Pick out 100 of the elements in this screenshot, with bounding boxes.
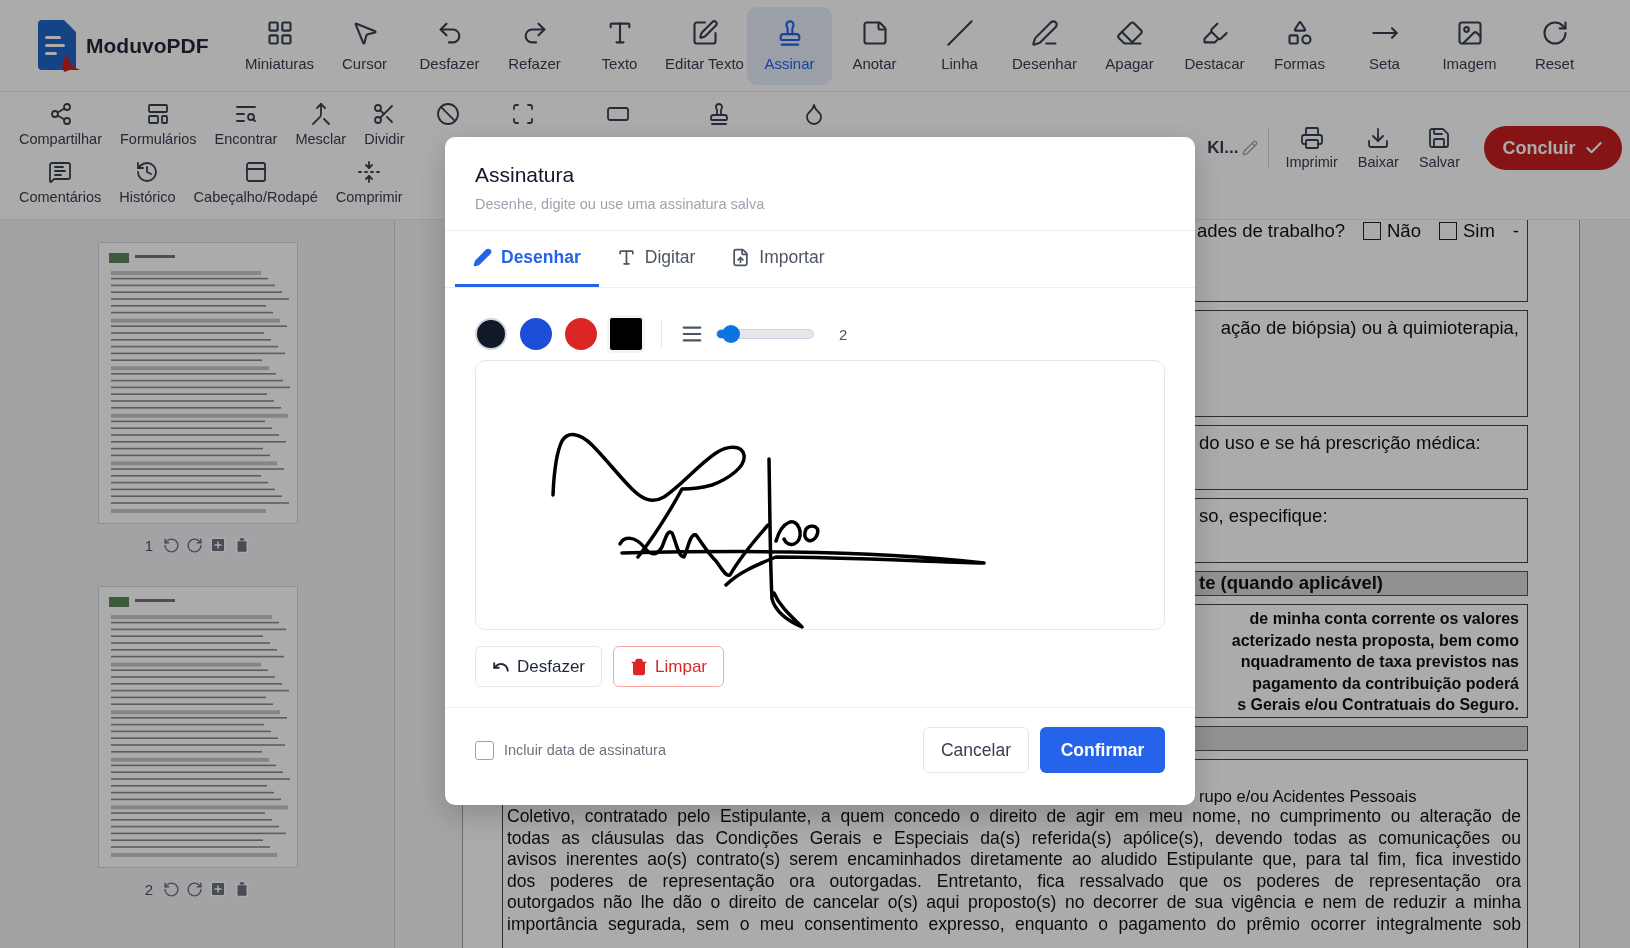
trash-icon[interactable]: [233, 536, 252, 554]
page-number: 1: [144, 536, 154, 554]
rotate-right-icon[interactable]: [186, 880, 204, 898]
tool-button[interactable]: Formulários: [111, 100, 206, 154]
document-text: s Gerais e/ou Contratuais do Seguro.: [1237, 695, 1519, 715]
toolbar-button[interactable]: Texto: [577, 6, 662, 85]
cancel-button[interactable]: Cancelar: [923, 727, 1029, 773]
rotate-left-icon[interactable]: [163, 536, 181, 554]
color-picker[interactable]: [610, 318, 642, 350]
download-icon: [1366, 126, 1391, 150]
checkbox-label[interactable]: Incluir data de assinatura: [504, 742, 666, 758]
slider-thumb[interactable]: [722, 325, 741, 343]
color-swatch[interactable]: [475, 318, 507, 350]
toolbar-button[interactable]: Imagem: [1427, 6, 1512, 85]
tool-button[interactable]: Cabeçalho/Rodapé: [184, 158, 327, 212]
tool-button[interactable]: Encontrar: [205, 100, 287, 154]
line-width-icon: [681, 323, 703, 345]
toolbar-button[interactable]: Refazer: [492, 6, 577, 85]
toolbar-button[interactable]: Assinar: [747, 6, 832, 85]
pencil-icon: [473, 248, 492, 267]
tool-button[interactable]: Comentários: [10, 158, 111, 212]
checkbox[interactable]: [475, 740, 494, 760]
confirm-button[interactable]: Confirmar: [1040, 727, 1165, 773]
save-icon: [1427, 126, 1452, 150]
rotate-right-icon[interactable]: [186, 536, 204, 554]
line-icon: [945, 19, 974, 47]
finish-button[interactable]: Concluir: [1484, 126, 1622, 170]
signature-canvas[interactable]: [475, 360, 1165, 630]
toolbar-button[interactable]: Formas: [1257, 6, 1342, 85]
document-text: avisos inerentes ao(s) contrato(s) serem encaminhados diretamente ao aludido Estipulante que, para tal fim, fica investido: [507, 849, 1521, 871]
tab[interactable]: Digitar: [598, 231, 714, 287]
toolbar-button[interactable]: Reset: [1512, 6, 1597, 85]
note-icon: [860, 19, 889, 47]
text-icon: [616, 248, 636, 267]
document-text: Sim: [1462, 220, 1495, 242]
tool-button[interactable]: Mesclar: [286, 100, 356, 154]
toolbar-button[interactable]: Miniaturas: [237, 6, 322, 85]
color-swatch[interactable]: [565, 318, 597, 350]
color-swatch[interactable]: [520, 318, 552, 350]
dialog-subtitle: Desenhe, digite ou use uma assinatura salva: [475, 196, 766, 212]
app-name: ModuvoPDF: [86, 33, 209, 58]
compress-icon: [357, 160, 382, 184]
document-text: Não: [1387, 220, 1421, 242]
panel-icon: [243, 160, 268, 184]
image-icon: [1455, 19, 1484, 47]
document-text: so, especifique:: [1199, 505, 1328, 527]
form-icon: [146, 102, 171, 126]
tool-button[interactable]: Histórico: [110, 158, 185, 212]
pen-icon: [1030, 19, 1059, 47]
tab[interactable]: Desenhar: [455, 231, 599, 287]
edit-icon: [690, 19, 719, 47]
document-text: Coletivo, contratado pelo Estipulante, a quem concedo o direito de agir em meu nome, no cumprimento ou alteração de: [507, 806, 1521, 828]
document-text: de minha conta corrente os valores: [1249, 609, 1519, 629]
toolbar-button[interactable]: Seta: [1342, 6, 1427, 85]
tool-button[interactable]: Compartilhar: [10, 100, 111, 154]
toolbar-button[interactable]: Desfazer: [407, 6, 492, 85]
toolbar-button[interactable]: Destacar: [1172, 6, 1257, 85]
document-text: pagamento da contribuição poderá: [1252, 673, 1519, 694]
document-text: todas as cláusulas das Condições Gerais e Especiais da(s) referida(s) apólice(s), devendo todas as comunicações ou: [507, 827, 1521, 850]
toolbar-button[interactable]: Apagar: [1087, 6, 1172, 85]
reload-icon: [1540, 19, 1569, 47]
document-name[interactable]: Kl...: [1207, 138, 1239, 158]
toolbar-button[interactable]: Cursor: [322, 6, 407, 85]
clear-button[interactable]: Limpar: [613, 646, 724, 687]
share-icon: [48, 102, 73, 126]
document-text: ação de biópsia) ou à quimioterapia,: [1220, 317, 1519, 339]
action-button[interactable]: Imprimir: [1275, 126, 1348, 170]
add-page-icon[interactable]: [209, 880, 228, 898]
pencil-icon[interactable]: [1242, 140, 1259, 156]
printer-icon: [1299, 126, 1324, 150]
history-icon: [135, 160, 160, 184]
document-text: outorgados não lhe dão o direito de cancelar o(s) aqui proposto(s) no decorrer de sua vigência e nem de reduzir a minha: [507, 892, 1521, 914]
frame-icon: [511, 102, 536, 126]
page-number: 2: [144, 880, 154, 898]
document-text: dos poderes de representação ora outorgadas. Entretanto, fica ressalvado que os poderes de representação ora: [507, 870, 1521, 893]
tool-button[interactable]: Dividir: [355, 100, 414, 154]
add-page-icon[interactable]: [209, 536, 228, 554]
action-button[interactable]: Baixar: [1347, 126, 1409, 170]
toolbar-button[interactable]: Editar Texto: [662, 6, 747, 85]
action-button[interactable]: Salvar: [1408, 126, 1470, 170]
shapes-icon: [1285, 19, 1314, 47]
document-text: nquadramento de taxa previstos nas: [1240, 652, 1519, 672]
toolbar-button[interactable]: Linha: [917, 6, 1002, 85]
trash-icon[interactable]: [233, 880, 252, 898]
document-text: importância segurada, sem o meu consentimento expresso, enquanto o pagamento do prêmio ocorrer integralmente sob: [507, 913, 1521, 936]
toolbar-button[interactable]: Anotar: [832, 6, 917, 85]
grid-icon: [265, 19, 294, 47]
document-text: rupo e/ou Acidentes Pessoais: [1199, 786, 1418, 806]
undo-button[interactable]: Desfazer: [475, 646, 603, 687]
logo-icon: [36, 19, 80, 72]
tool-button[interactable]: Comprimir: [326, 158, 412, 212]
document-text: -: [1512, 220, 1519, 242]
document-text: ades de trabalho?: [1196, 220, 1345, 242]
ban-icon: [436, 102, 461, 126]
toolbar-button[interactable]: Desenhar: [1002, 6, 1087, 85]
stroke-value: 2: [839, 325, 848, 343]
document-text: acterizado nesta proposta, bem como: [1231, 630, 1519, 651]
document-text: do uso e se há prescrição médica:: [1199, 432, 1481, 454]
rotate-left-icon[interactable]: [163, 880, 181, 898]
tab[interactable]: Importar: [713, 231, 843, 287]
